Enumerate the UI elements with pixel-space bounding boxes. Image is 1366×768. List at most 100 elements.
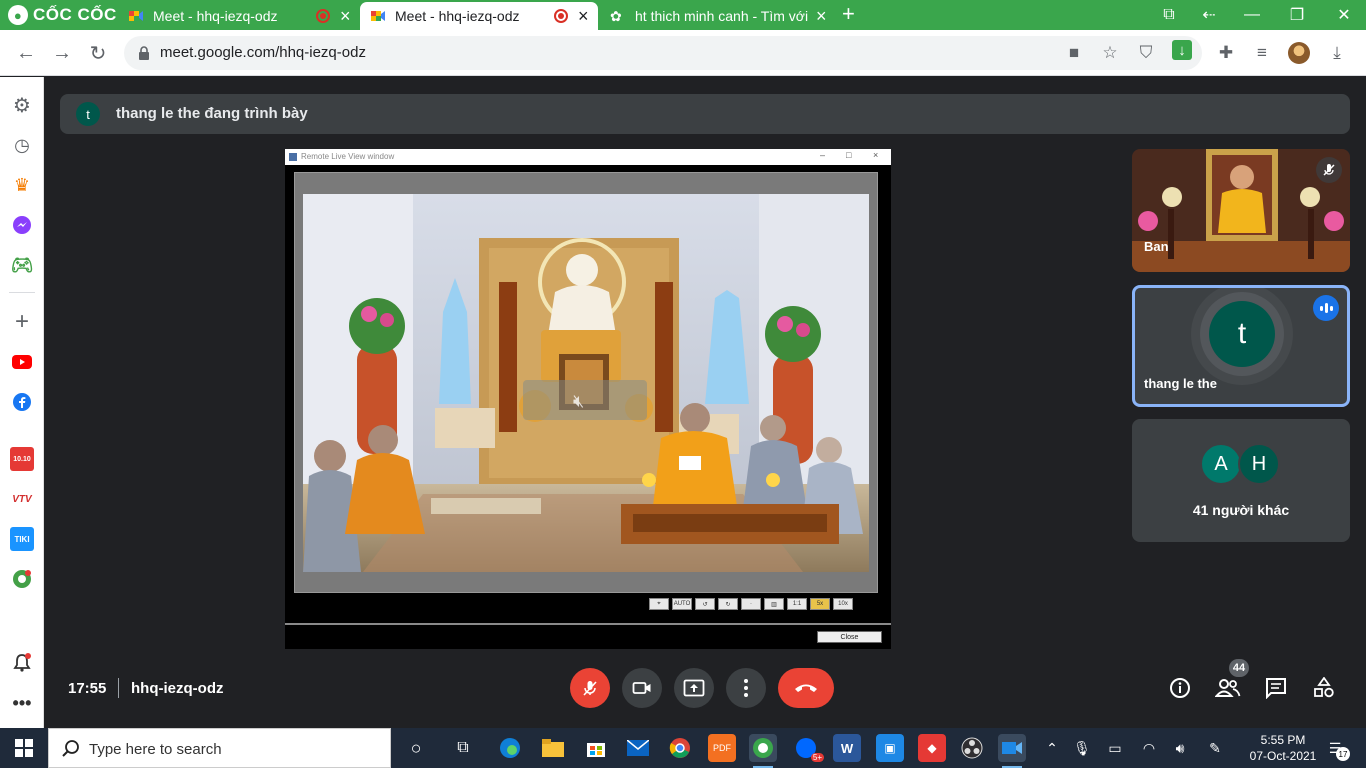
edge-icon[interactable] [496,734,524,762]
more-icon[interactable]: ••• [10,691,34,715]
chat-button[interactable] [1263,675,1289,701]
coccoc-sidebar: ⚙ ◷ ♛ 🎮︎ + 10.10 VTV TIKI ••• [0,77,44,728]
video-camera-icon [632,682,651,694]
tab-search[interactable]: ✿ ht thich minh canh - Tìm với × [600,2,836,30]
bell-icon[interactable] [10,651,34,675]
battery-icon[interactable]: ▭ [1105,738,1125,758]
minimize-icon[interactable]: — [1240,3,1264,27]
close-tab-icon[interactable]: × [578,7,589,25]
chat-icon [1266,678,1286,699]
close-tab-icon[interactable]: × [340,7,351,25]
meeting-details-button[interactable] [1167,675,1193,701]
live-view-control: 1:1 [787,598,807,610]
microphone-tray-icon[interactable]: 🎙︎ [1072,738,1092,758]
back-icon[interactable]: ← [12,39,40,67]
task-view-icon[interactable]: ⧉ [449,734,477,762]
soccer-icon[interactable] [10,567,34,591]
tiki-icon[interactable]: TIKI [10,527,34,551]
cortana-icon[interactable]: ○ [402,734,430,762]
store-icon[interactable] [582,734,610,762]
presenter-avatar: t [76,102,100,126]
participant-name: Ban [1144,239,1169,254]
reload-icon[interactable]: ↻ [84,39,112,67]
camera-icon[interactable]: ■ [1064,43,1084,62]
people-button[interactable] [1215,675,1241,701]
coccoc-taskbar-icon[interactable] [749,734,777,768]
zalo-icon[interactable]: 5+ [792,734,824,762]
participant-tile-ban[interactable]: Ban [1132,149,1350,272]
participant-tile-others[interactable]: A H 41 người khác [1132,419,1350,542]
chrome-icon[interactable] [666,734,694,762]
activities-button[interactable] [1311,675,1337,701]
coccoc-search-icon: ✿ [610,8,622,24]
live-view-frame: 🔇︎ [294,172,878,593]
file-explorer-icon[interactable] [539,734,567,762]
download-green-icon[interactable]: ↓ [1172,40,1192,60]
live-view-control: AUTO [672,598,692,610]
downloads-icon[interactable]: ⤓ [1326,42,1348,64]
shield-icon[interactable]: ⛉ [1136,43,1156,62]
mic-toggle-button[interactable] [570,668,610,708]
youtube-icon[interactable] [10,350,34,374]
camera-toggle-button[interactable] [622,668,662,708]
game-icon[interactable]: 🎮︎ [10,253,34,277]
anydesk-icon[interactable]: ◆ [918,734,946,762]
system-clock[interactable]: 5:55 PM 07-Oct-2021 [1244,732,1322,764]
window-app-icon [289,153,297,161]
word-icon[interactable]: W [833,734,861,762]
windows-taskbar: Type here to search ○ ⧉ PDF 5+ W ▣ ◆ ⌃ 🎙… [0,728,1366,768]
live-view-video: 🔇︎ [303,194,869,572]
close-tab-icon[interactable]: × [816,7,827,25]
bottom-divider [118,678,119,698]
profile-avatar[interactable] [1288,42,1310,64]
live-view-control: ▥ [764,598,784,610]
remote-desktop-icon[interactable]: ▣ [876,734,904,762]
tab-title: ht thich minh canh - Tìm với [635,8,809,24]
new-tab-button[interactable]: + [842,3,855,25]
participant-name: thang le the [1144,376,1217,391]
taskbar-search[interactable]: Type here to search [48,728,391,768]
bookmark-star-icon[interactable]: ☆ [1100,43,1120,62]
live-view-control: ↻ [718,598,738,610]
address-bar[interactable]: meet.google.com/hhq-iezq-odz ■ ☆ ⛉ [124,36,1202,70]
add-icon[interactable]: + [10,308,34,335]
notification-center-icon[interactable]: ☰ 17 [1324,737,1350,761]
volume-icon[interactable]: 🔊︎ [1170,738,1190,758]
mail-icon[interactable] [624,734,652,762]
meeting-code: hhq-iezq-odz [131,680,224,697]
tray-overflow-icon[interactable]: ⌃ [1042,738,1062,758]
close-window-icon[interactable]: ✕ [1332,3,1356,27]
vtv-go-icon[interactable]: VTV [10,487,34,511]
leave-call-button[interactable] [778,668,834,708]
meet-stage: t thang le the đang trình bày Remote Liv… [45,77,1366,728]
foxit-pdf-icon[interactable]: PDF [708,734,736,762]
shop-1010-icon[interactable]: 10.10 [10,447,34,471]
crown-icon[interactable]: ♛ [10,173,34,197]
facebook-icon[interactable] [10,390,34,414]
settings-icon[interactable]: ⚙ [10,93,34,117]
tab-meet-2[interactable]: Meet - hhq-iezq-odz × [360,2,598,30]
forward-icon[interactable]: → [48,39,76,67]
svg-text:🔇︎: 🔇︎ [573,391,584,412]
obs-icon[interactable] [958,734,986,762]
tab-meet-1[interactable]: Meet - hhq-iezq-odz × [118,2,358,30]
coccoc-logo[interactable]: ● CỐC CỐC [8,3,117,27]
back-tab-icon[interactable]: ⇠ [1197,3,1221,27]
messenger-icon[interactable] [10,213,34,237]
windows-start-button[interactable] [0,728,48,768]
meet-app-icon[interactable] [998,734,1026,768]
live-view-control: ⌖ [649,598,669,610]
restore-icon[interactable]: ❐ [1285,3,1309,27]
reading-list-icon[interactable]: ≡ [1251,42,1273,64]
pen-icon[interactable]: ✎ [1205,738,1225,758]
wifi-icon[interactable]: ◠ [1139,738,1159,758]
more-options-button[interactable] [726,668,766,708]
video-muted-overlay: 🔇︎ [523,380,647,420]
cast-icon[interactable]: ⧉ [1157,3,1181,27]
search-icon [62,740,79,757]
system-time: 5:55 PM [1260,733,1306,747]
present-now-button[interactable] [674,668,714,708]
participant-tile-thang-le-the[interactable]: t thang le the [1132,285,1350,407]
extensions-icon[interactable]: ✚ [1215,42,1237,64]
history-icon[interactable]: ◷ [10,133,34,157]
